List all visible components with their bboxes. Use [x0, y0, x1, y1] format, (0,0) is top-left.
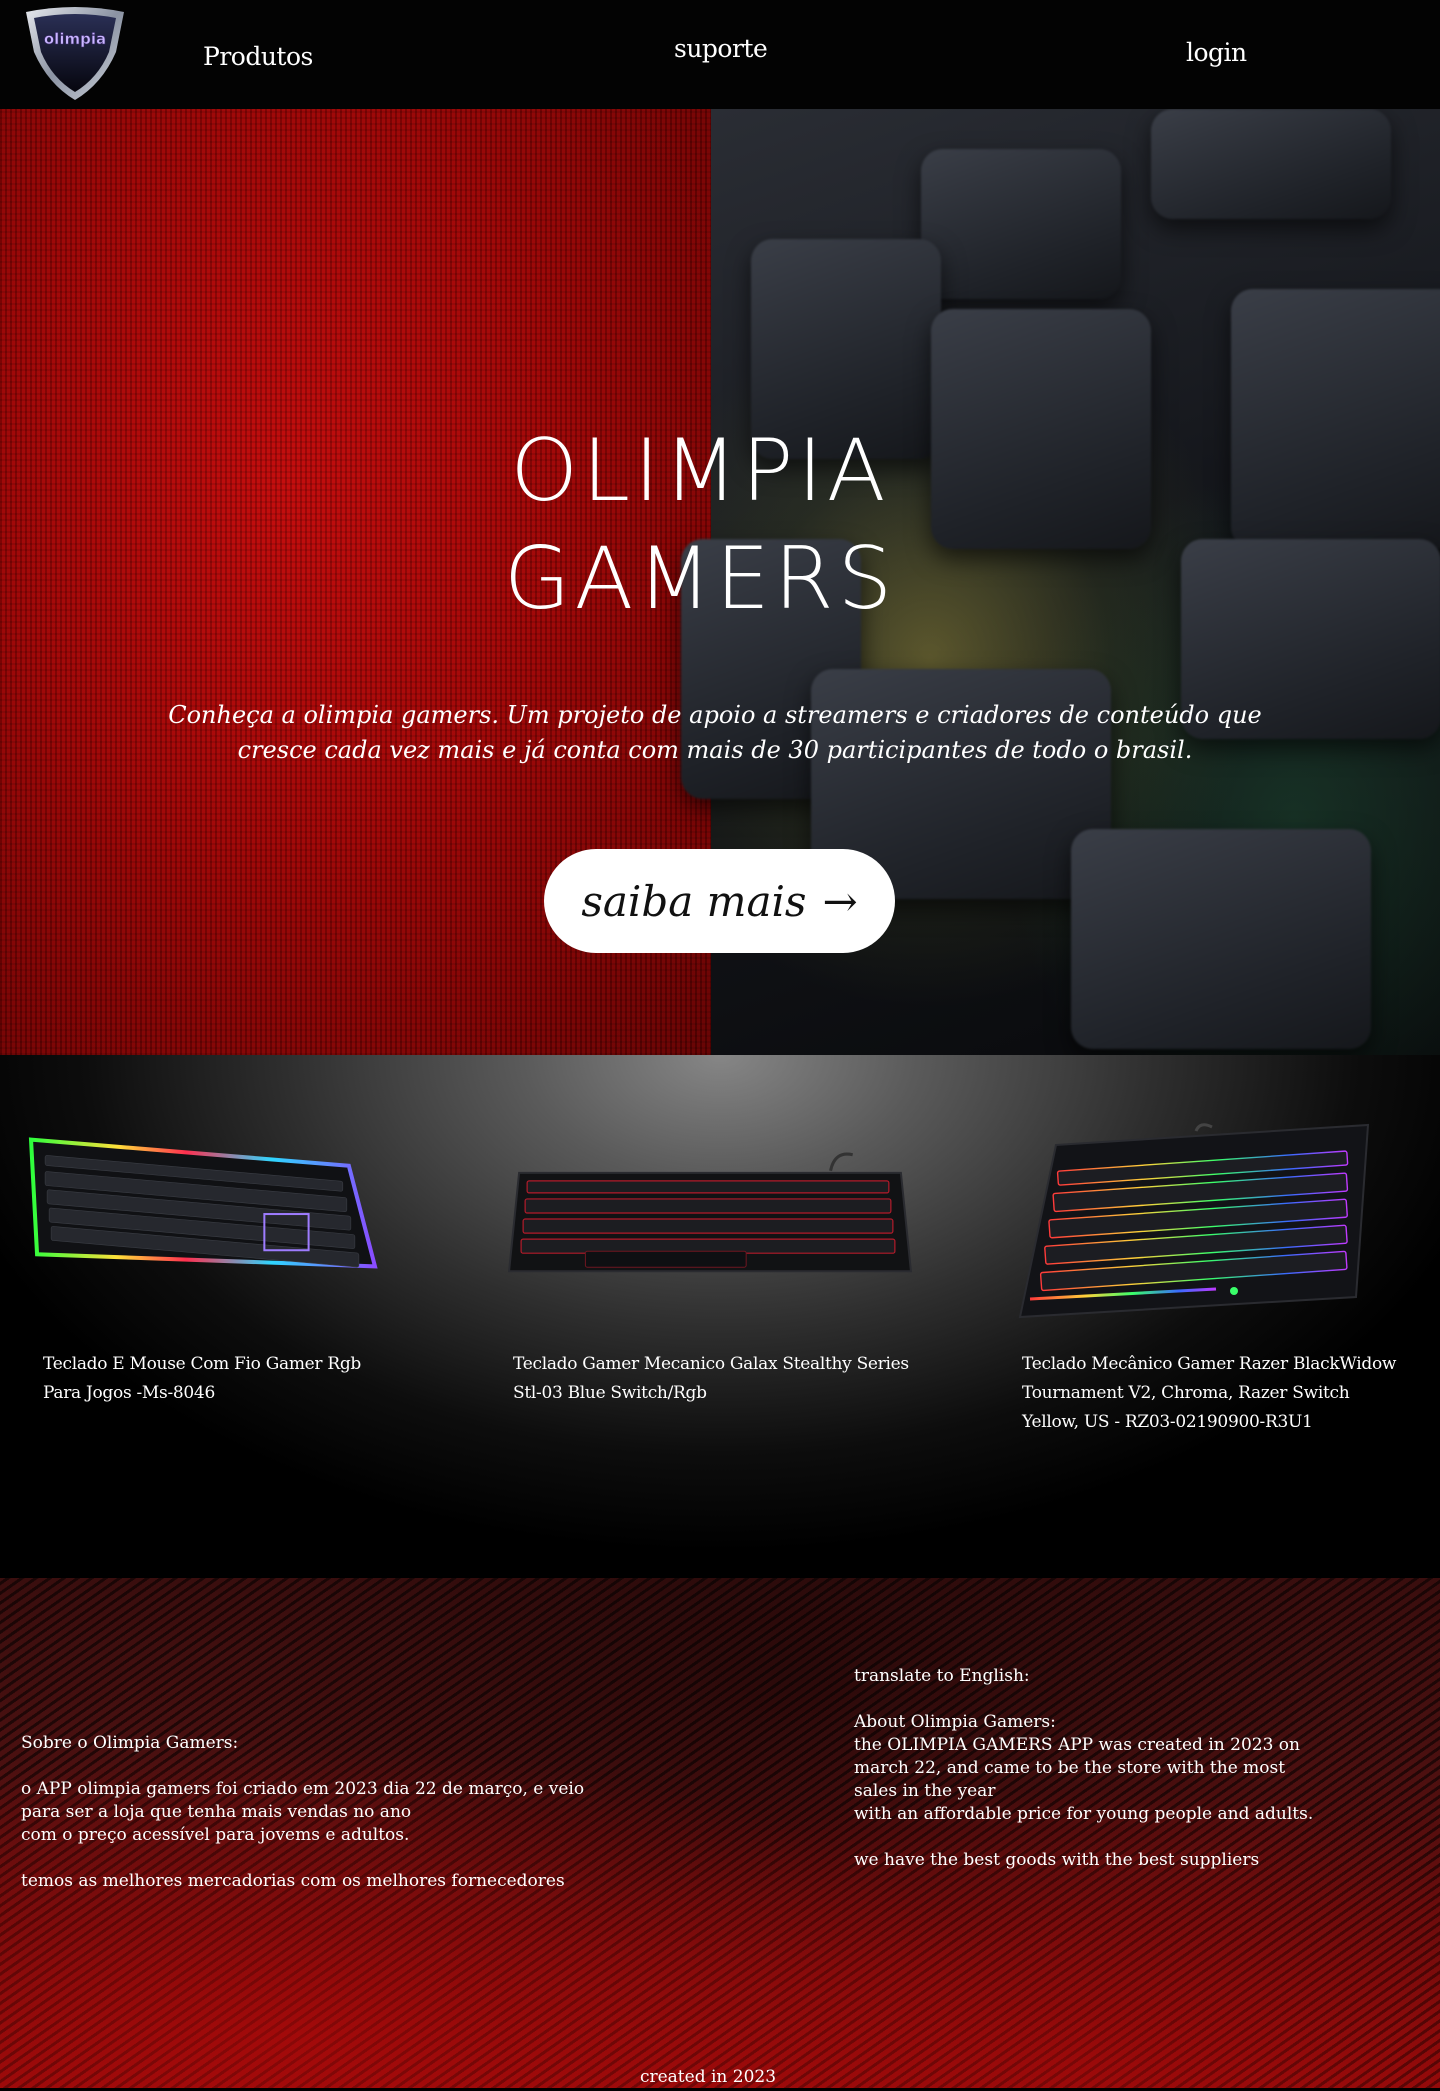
svg-text:olimpia: olimpia — [44, 30, 106, 48]
rgb-keyboard-icon — [28, 1137, 378, 1269]
keycap-shape — [1071, 829, 1371, 1049]
product-name[interactable]: Teclado E Mouse Com Fio Gamer Rgb Para J… — [43, 1350, 388, 1408]
hero-section: OLIMPIA GAMERS Conheça a olimpia gamers.… — [0, 109, 1440, 1055]
keycap-shape — [1151, 109, 1391, 219]
footer-credit: created in 2023 — [639, 2067, 777, 2087]
chroma-keyboard-icon — [1018, 1123, 1370, 1319]
shield-logo-icon: olimpia — [26, 7, 124, 100]
about-text-english: translate to English: About Olimpia Game… — [854, 1666, 1314, 1870]
product-name[interactable]: Teclado Gamer Mecanico Galax Stealthy Se… — [513, 1350, 933, 1408]
products-section: Teclado E Mouse Com Fio Gamer Rgb Para J… — [0, 1055, 1440, 1578]
hero-description: Conheça a olimpia gamers. Um projeto de … — [168, 701, 1262, 764]
about-text-portuguese: Sobre o Olimpia Gamers: o APP olimpia ga… — [21, 1733, 585, 1891]
product-name[interactable]: Teclado Mecânico Gamer Razer BlackWidow … — [1022, 1350, 1407, 1437]
keycap-shape — [921, 149, 1121, 299]
nav-link-suporte[interactable]: suporte — [674, 34, 768, 63]
top-nav: olimpia Produtos suporte login — [0, 0, 1440, 109]
saiba-mais-button[interactable]: saiba mais → — [544, 849, 895, 953]
hero-title: OLIMPIA GAMERS — [0, 417, 1400, 633]
arrow-right-icon: → — [822, 876, 858, 926]
product-card[interactable]: Teclado Gamer Mecanico Galax Stealthy Se… — [480, 1055, 950, 1578]
nav-link-login[interactable]: login — [1186, 38, 1247, 67]
hero-title-line1: OLIMPIA — [510, 420, 890, 521]
nav-link-produtos[interactable]: Produtos — [203, 42, 313, 71]
saiba-mais-label: saiba mais — [581, 876, 807, 926]
product-card[interactable]: Teclado Mecânico Gamer Razer BlackWidow … — [1000, 1055, 1440, 1578]
hero-title-line2: GAMERS — [503, 528, 897, 629]
red-backlit-keyboard-icon — [507, 1152, 913, 1273]
product-card[interactable]: Teclado E Mouse Com Fio Gamer Rgb Para J… — [0, 1055, 420, 1578]
olimpia-logo[interactable]: olimpia — [22, 6, 128, 102]
footer-section: Sobre o Olimpia Gamers: o APP olimpia ga… — [0, 1578, 1440, 2091]
